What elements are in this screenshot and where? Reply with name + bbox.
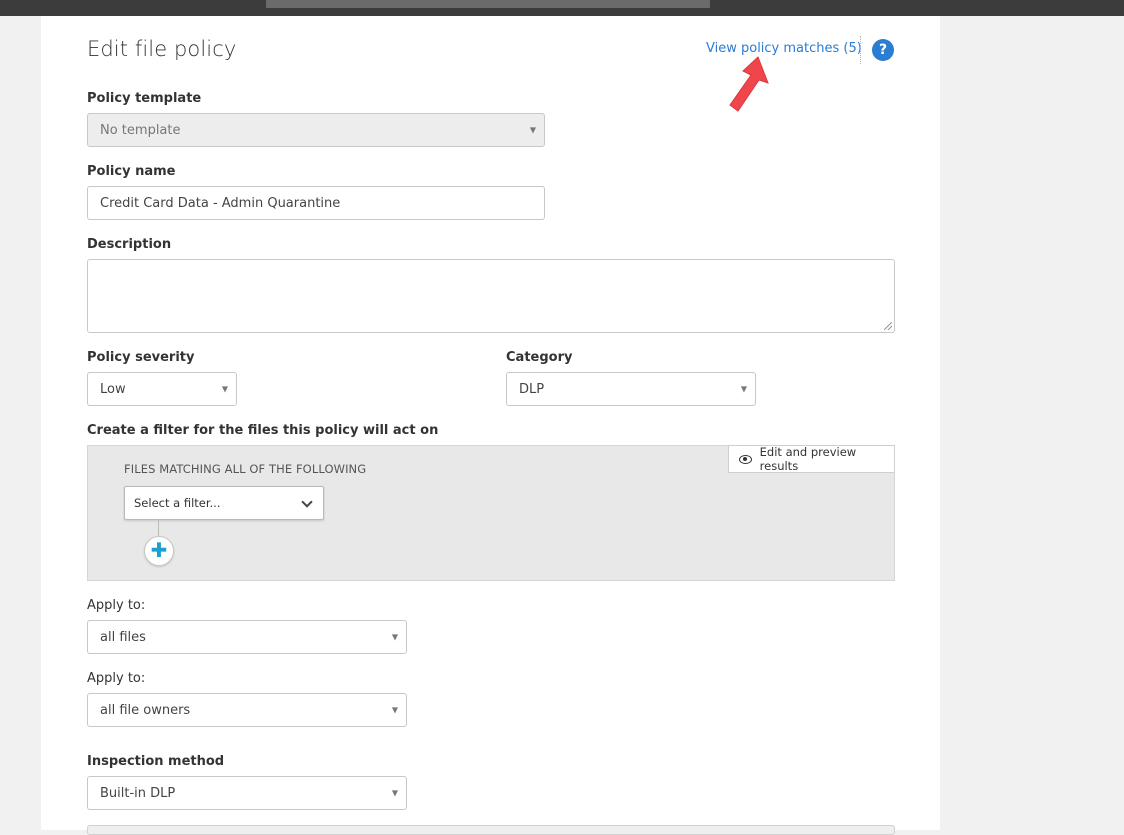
filter-select-placeholder: Select a filter... [134,496,221,510]
view-policy-matches-link[interactable]: View policy matches (5) [706,41,862,56]
apply-to-owners-value: all file owners [100,702,191,718]
edit-preview-results-label: Edit and preview results [759,445,857,473]
apply-to-files-select[interactable]: all files ▼ [87,620,407,654]
apply-to-files-label: Apply to: [87,598,146,613]
apply-to-files-value: all files [100,629,146,645]
policy-name-value: Credit Card Data - Admin Quarantine [100,195,341,211]
category-value: DLP [519,381,545,397]
description-textarea[interactable] [87,259,895,333]
caret-down-icon: ▼ [529,125,536,135]
category-select[interactable]: DLP ▼ [506,372,756,406]
inspection-method-label: Inspection method [87,754,225,769]
policy-template-select[interactable]: No template ▼ [87,113,545,147]
policy-severity-label: Policy severity [87,350,195,365]
top-bar-tab [266,0,710,8]
filter-heading: FILES MATCHING ALL OF THE FOLLOWING [124,462,367,476]
category-label: Category [506,350,573,365]
caret-down-icon: ▼ [391,632,398,642]
caret-down-icon: ▼ [221,384,228,394]
red-arrow-annotation [729,56,769,112]
resize-grip-icon[interactable] [884,322,892,330]
add-filter-button[interactable]: ✚ [144,536,174,566]
policy-severity-select[interactable]: Low ▼ [87,372,237,406]
eye-icon [739,454,752,464]
edit-preview-results-button[interactable]: Edit and preview results [728,445,895,473]
help-icon[interactable]: ? [872,39,894,61]
inspection-method-select[interactable]: Built-in DLP ▼ [87,776,407,810]
page-title: Edit file policy [87,37,237,61]
browser-top-bar [0,0,1124,16]
description-label: Description [87,237,172,252]
caret-down-icon: ▼ [391,788,398,798]
policy-name-input[interactable]: Credit Card Data - Admin Quarantine [87,186,545,220]
plus-icon: ✚ [150,538,168,562]
inspection-method-value: Built-in DLP [100,785,176,801]
filter-section-label: Create a filter for the files this polic… [87,423,439,438]
apply-to-owners-label: Apply to: [87,671,146,686]
chevron-down-icon [301,496,313,508]
filter-select[interactable]: Select a filter... [124,486,324,520]
filter-builder: FILES MATCHING ALL OF THE FOLLOWING Edit… [87,445,895,581]
policy-severity-value: Low [100,381,126,397]
policy-template-value: No template [100,122,181,138]
next-section-box [87,825,895,835]
policy-template-label: Policy template [87,91,202,106]
header-divider [860,36,861,64]
caret-down-icon: ▼ [391,705,398,715]
apply-to-owners-select[interactable]: all file owners ▼ [87,693,407,727]
policy-name-label: Policy name [87,164,176,179]
caret-down-icon: ▼ [740,384,747,394]
